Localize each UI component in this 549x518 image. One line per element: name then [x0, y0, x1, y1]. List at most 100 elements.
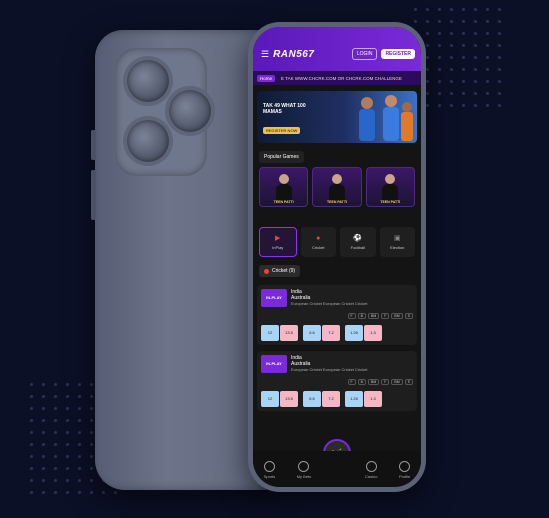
inplay-badge: IN-PLAY	[261, 288, 287, 307]
tab-inplay[interactable]: ▶ InPlay	[259, 227, 297, 257]
cricket-count-chip[interactable]: Cricket (9)	[259, 265, 301, 277]
decorative-dot	[90, 383, 93, 386]
match-card[interactable]: IN-PLAY India Australia European Cricket…	[257, 350, 417, 411]
nav-profile[interactable]: Profile	[399, 461, 410, 479]
decorative-dot	[438, 44, 441, 47]
lay-odd-button[interactable]: 7.2	[322, 390, 340, 407]
decorative-dot	[426, 44, 429, 47]
decorative-dot	[474, 92, 477, 95]
login-button[interactable]: LOGIN	[351, 48, 378, 60]
decorative-dot	[426, 20, 429, 23]
back-odd-button[interactable]: 12	[261, 390, 279, 407]
decorative-dot	[78, 383, 81, 386]
decorative-dot	[438, 104, 441, 107]
phone-front: ☰ RAN567 LOGIN REGISTER Home E TAK WWW.C…	[248, 22, 426, 492]
decorative-dot	[450, 104, 453, 107]
decorative-dot	[54, 395, 57, 398]
decorative-dot	[66, 395, 69, 398]
decorative-dot	[42, 467, 45, 470]
promo-banner[interactable]: TAK 49 WHAT 100 MAMAS REGISTER NOW	[257, 91, 417, 143]
decorative-dot	[462, 92, 465, 95]
back-odd-button[interactable]: 1.26	[345, 390, 363, 407]
lay-odd-button[interactable]: 1.3	[364, 390, 382, 407]
phone-side-button	[91, 130, 96, 160]
dot-pattern-top-right	[414, 8, 501, 107]
market-badge: BM	[391, 378, 403, 385]
nav-label: Casino	[365, 474, 378, 479]
nav-my-bets[interactable]: My Bets	[297, 461, 311, 479]
lay-odd-button[interactable]: 7.2	[322, 324, 340, 341]
tab-label: Election	[390, 245, 405, 250]
market-badge: B	[357, 378, 367, 385]
lay-odd-button[interactable]: 1.3	[364, 324, 382, 341]
decorative-dot	[462, 32, 465, 35]
decorative-dot	[486, 80, 489, 83]
hamburger-menu-icon[interactable]: ☰	[261, 49, 269, 60]
decorative-dot	[486, 8, 489, 11]
decorative-dot	[438, 20, 441, 23]
decorative-dot	[66, 455, 69, 458]
lay-odd-button[interactable]: 13.5	[280, 324, 298, 341]
back-odd-button[interactable]: 1.26	[345, 324, 363, 341]
decorative-dot	[54, 491, 57, 494]
odds-row: 12 13.5 6.6 7.2 1.26 1.3	[261, 324, 413, 341]
game-card[interactable]: TEEN PATTI	[259, 167, 309, 207]
popular-games-list: TEEN PATTI TEEN PATTI TEEN PATTI	[259, 167, 415, 207]
match-card[interactable]: IN-PLAY India Australia European Cricket…	[257, 284, 417, 345]
tab-cricket[interactable]: ● Cricket	[300, 227, 336, 257]
market-badge: B	[357, 312, 367, 319]
decorative-dot	[54, 467, 57, 470]
decorative-dot	[474, 44, 477, 47]
market-badge: F	[347, 378, 356, 385]
bottom-nav: Sports My Bets . Casino Profile	[253, 451, 421, 487]
decorative-dot	[438, 8, 441, 11]
home-tab[interactable]: Home	[257, 74, 276, 82]
decorative-dot	[498, 68, 501, 71]
decorative-dot	[426, 104, 429, 107]
back-odd-button[interactable]: 6.6	[303, 324, 321, 341]
decorative-dot	[66, 491, 69, 494]
decorative-dot	[54, 431, 57, 434]
lay-odd-button[interactable]: 13.5	[280, 390, 298, 407]
app-logo[interactable]: RAN567	[273, 49, 348, 60]
camera-module	[115, 48, 211, 176]
game-card[interactable]: TEEN PATTI	[365, 167, 415, 207]
decorative-dot	[42, 419, 45, 422]
odds-row: 12 13.5 6.6 7.2 1.26 1.3	[261, 390, 413, 407]
sports-icon	[264, 461, 275, 472]
banner-cta-button[interactable]: REGISTER NOW	[263, 127, 301, 134]
decorative-dot	[450, 44, 453, 47]
tab-election[interactable]: ▣ Election	[379, 227, 415, 257]
back-odd-button[interactable]: 6.6	[303, 390, 321, 407]
decorative-dot	[498, 44, 501, 47]
phone-back	[91, 30, 273, 490]
tab-label: Cricket	[312, 244, 325, 250]
nav-casino[interactable]: Casino	[365, 461, 378, 479]
decorative-dot	[414, 8, 417, 11]
back-odd-button[interactable]: 12	[261, 324, 279, 341]
popular-games-label: Popular Games	[259, 151, 304, 163]
decorative-dot	[474, 32, 477, 35]
market-badge: F	[381, 312, 390, 319]
decorative-dot	[42, 407, 45, 410]
market-badge: S	[404, 378, 413, 385]
decorative-dot	[90, 467, 93, 470]
market-badges: F B BM F BM S	[261, 312, 413, 319]
game-card[interactable]: TEEN PATTI	[312, 167, 362, 207]
decorative-dot	[438, 80, 441, 83]
decorative-dot	[30, 443, 33, 446]
tab-football[interactable]: ⚽ Football	[340, 227, 376, 257]
decorative-dot	[498, 80, 501, 83]
dealer-avatar	[385, 174, 396, 184]
league-name: European Cricket European Cricket Cricke…	[291, 301, 368, 306]
decorative-dot	[462, 68, 465, 71]
banner-headline: TAK 49 WHAT 100 MAMAS	[263, 103, 306, 115]
football-icon: ⚽	[353, 235, 363, 242]
decorative-dot	[42, 455, 45, 458]
decorative-dot	[78, 443, 81, 446]
decorative-dot	[498, 20, 501, 23]
decorative-dot	[498, 92, 501, 95]
decorative-dot	[30, 455, 33, 458]
register-button[interactable]: REGISTER	[381, 49, 415, 59]
nav-sports[interactable]: Sports	[264, 461, 275, 479]
